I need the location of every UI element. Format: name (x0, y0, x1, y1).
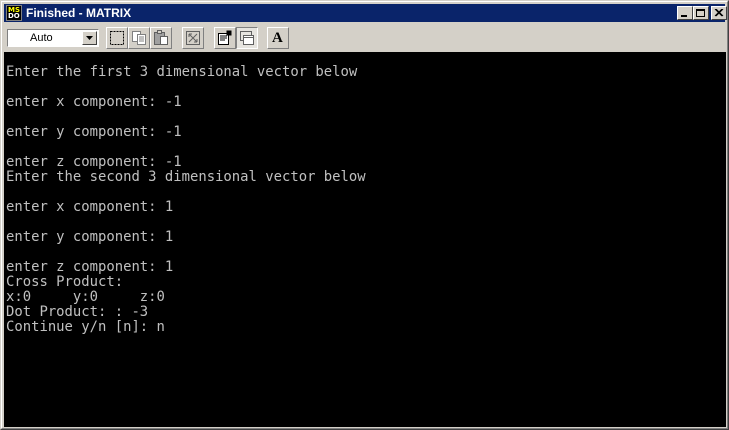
toolbar: Auto A (4, 24, 725, 51)
paste-icon (154, 30, 168, 45)
fullscreen-icon (186, 31, 200, 45)
dropdown-arrow-button[interactable] (82, 31, 97, 45)
console-line: enter y component: -1 (6, 124, 182, 140)
dos-window: MS DO Finished - MATRIX Auto A Enter the… (0, 0, 729, 430)
fullscreen-button[interactable] (182, 27, 204, 49)
icon-letters-bottom: DO (8, 12, 20, 20)
paste-button[interactable] (150, 27, 172, 49)
console-text: Enter the first 3 dimensional vector bel… (6, 65, 366, 335)
mark-button[interactable] (106, 27, 128, 49)
maximize-button[interactable] (693, 6, 709, 20)
font-size-dropdown[interactable]: Auto (7, 29, 99, 47)
console-line: enter x component: 1 (6, 199, 174, 215)
chevron-down-icon (86, 36, 93, 40)
console-line: Enter the second 3 dimensional vector be… (6, 169, 366, 185)
console-output[interactable]: Enter the first 3 dimensional vector bel… (4, 52, 726, 427)
properties-button[interactable] (214, 27, 236, 49)
font-button[interactable]: A (267, 27, 289, 49)
background-icon (240, 31, 254, 45)
close-icon (714, 9, 724, 17)
console-line: Dot Product: : -3 (6, 304, 149, 320)
background-button[interactable] (236, 27, 258, 49)
msdos-app-icon[interactable]: MS DO (6, 5, 22, 21)
close-button[interactable] (711, 6, 727, 20)
console-line: enter x component: -1 (6, 94, 182, 110)
minimize-button[interactable] (677, 6, 693, 20)
copy-button[interactable] (128, 27, 150, 49)
copy-icon (132, 31, 146, 45)
console-line: enter z component: -1 (6, 154, 182, 170)
minimize-icon (681, 15, 687, 17)
console-line: enter z component: 1 (6, 259, 174, 275)
properties-icon (218, 30, 232, 45)
maximize-icon (696, 9, 705, 17)
window-title: Finished - MATRIX (26, 6, 132, 20)
title-bar[interactable]: MS DO Finished - MATRIX (4, 4, 727, 22)
console-line: Continue y/n [n]: n (6, 319, 165, 335)
font-icon: A (272, 30, 283, 46)
console-line: x:0 y:0 z:0 (6, 289, 165, 305)
console-line: Enter the first 3 dimensional vector bel… (6, 64, 358, 80)
console-line: Cross Product: (6, 274, 124, 290)
console-line: enter y component: 1 (6, 229, 174, 245)
mark-icon (110, 31, 124, 45)
font-size-value: Auto (30, 32, 53, 44)
